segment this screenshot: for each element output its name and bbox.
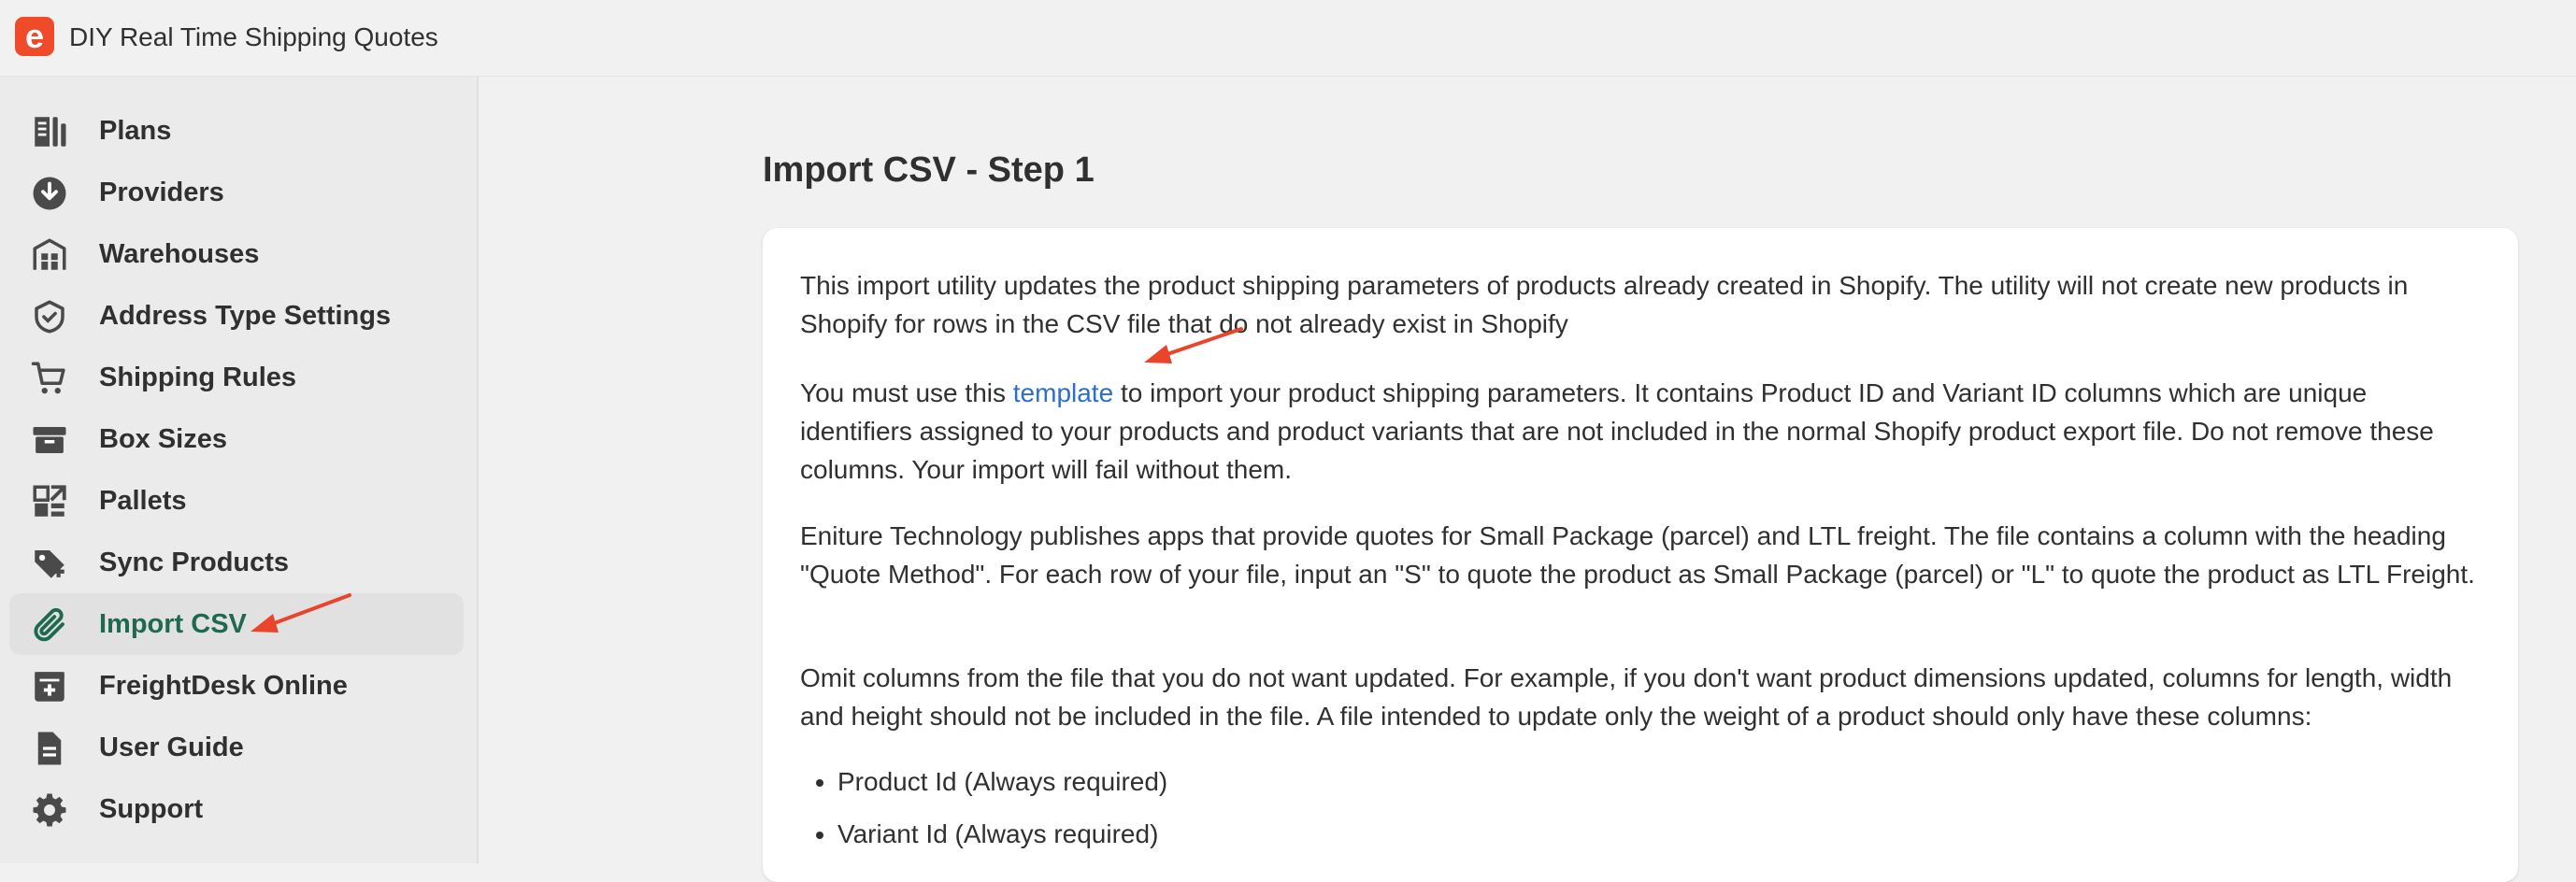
- gear-icon: [30, 790, 69, 830]
- sidebar-item-shipping-rules[interactable]: Shipping Rules: [9, 347, 464, 408]
- pallets-icon: [30, 482, 69, 521]
- sidebar-item-warehouses[interactable]: Warehouses: [9, 223, 464, 285]
- sidebar-item-label: Plans: [99, 116, 172, 146]
- warehouse-icon: [30, 235, 69, 275]
- sidebar-item-address-type-settings[interactable]: Address Type Settings: [9, 285, 464, 347]
- app-title: DIY Real Time Shipping Quotes: [69, 22, 438, 51]
- sidebar-item-providers[interactable]: Providers: [9, 162, 464, 223]
- quote-method-paragraph: Eniture Technology publishes apps that p…: [800, 521, 2475, 589]
- shield-check-icon: [30, 297, 69, 336]
- paperclip-icon: [30, 605, 69, 645]
- omit-columns-paragraph: Omit columns from the file that you do n…: [800, 663, 2453, 731]
- sidebar-item-label: Support: [99, 794, 204, 824]
- plans-icon: [30, 112, 69, 151]
- sidebar-item-label: Import CSV: [99, 609, 247, 639]
- required-columns-list: Product Id (Always required) Variant Id …: [800, 762, 1167, 867]
- sidebar-item-label: Shipping Rules: [99, 363, 297, 392]
- sidebar-item-user-guide[interactable]: User Guide: [9, 717, 464, 778]
- sidebar-item-label: Pallets: [99, 486, 187, 516]
- sidebar-item-label: FreightDesk Online: [99, 671, 348, 701]
- template-link[interactable]: template: [1013, 378, 1113, 407]
- download-circle-icon: [30, 174, 69, 213]
- tag-icon: [30, 544, 69, 583]
- box-icon: [30, 420, 69, 460]
- document-icon: [30, 729, 69, 768]
- sidebar-item-label: Address Type Settings: [99, 301, 392, 331]
- sidebar-item-sync-products[interactable]: Sync Products: [9, 532, 464, 593]
- cart-icon: [30, 359, 69, 398]
- template-paragraph: You must use this template to import you…: [800, 374, 2483, 489]
- list-item: Variant Id (Always required): [837, 815, 1167, 853]
- list-item: Product Id (Always required): [837, 762, 1167, 801]
- sidebar-item-pallets[interactable]: Pallets: [9, 470, 464, 532]
- sidebar-item-plans[interactable]: Plans: [9, 100, 464, 162]
- sidebar-item-label: Warehouses: [99, 239, 260, 269]
- sidebar-item-import-csv[interactable]: Import CSV: [9, 593, 464, 655]
- template-prefix-text: You must use this: [800, 378, 1013, 407]
- app-logo-icon: e: [15, 17, 54, 56]
- sidebar-item-label: Sync Products: [99, 548, 290, 577]
- sidebar-nav: Plans Providers Warehouses Address Type …: [0, 77, 479, 863]
- sidebar-item-support[interactable]: Support: [9, 778, 464, 840]
- main-content: Import CSV - Step 1 This import utility …: [479, 77, 2576, 882]
- sidebar-item-label: User Guide: [99, 733, 244, 762]
- import-instructions-card: This import utility updates the product …: [763, 228, 2518, 882]
- sidebar-item-freightdesk-online[interactable]: FreightDesk Online: [9, 655, 464, 717]
- app-header: e DIY Real Time Shipping Quotes: [0, 0, 2576, 77]
- intro-paragraph: This import utility updates the product …: [800, 271, 2409, 338]
- freightdesk-icon: [30, 667, 69, 706]
- sidebar-item-label: Providers: [99, 178, 224, 207]
- page-title: Import CSV - Step 1: [763, 150, 1095, 190]
- sidebar-item-box-sizes[interactable]: Box Sizes: [9, 408, 464, 470]
- sidebar-item-label: Box Sizes: [99, 424, 227, 454]
- svg-text:e: e: [25, 17, 44, 55]
